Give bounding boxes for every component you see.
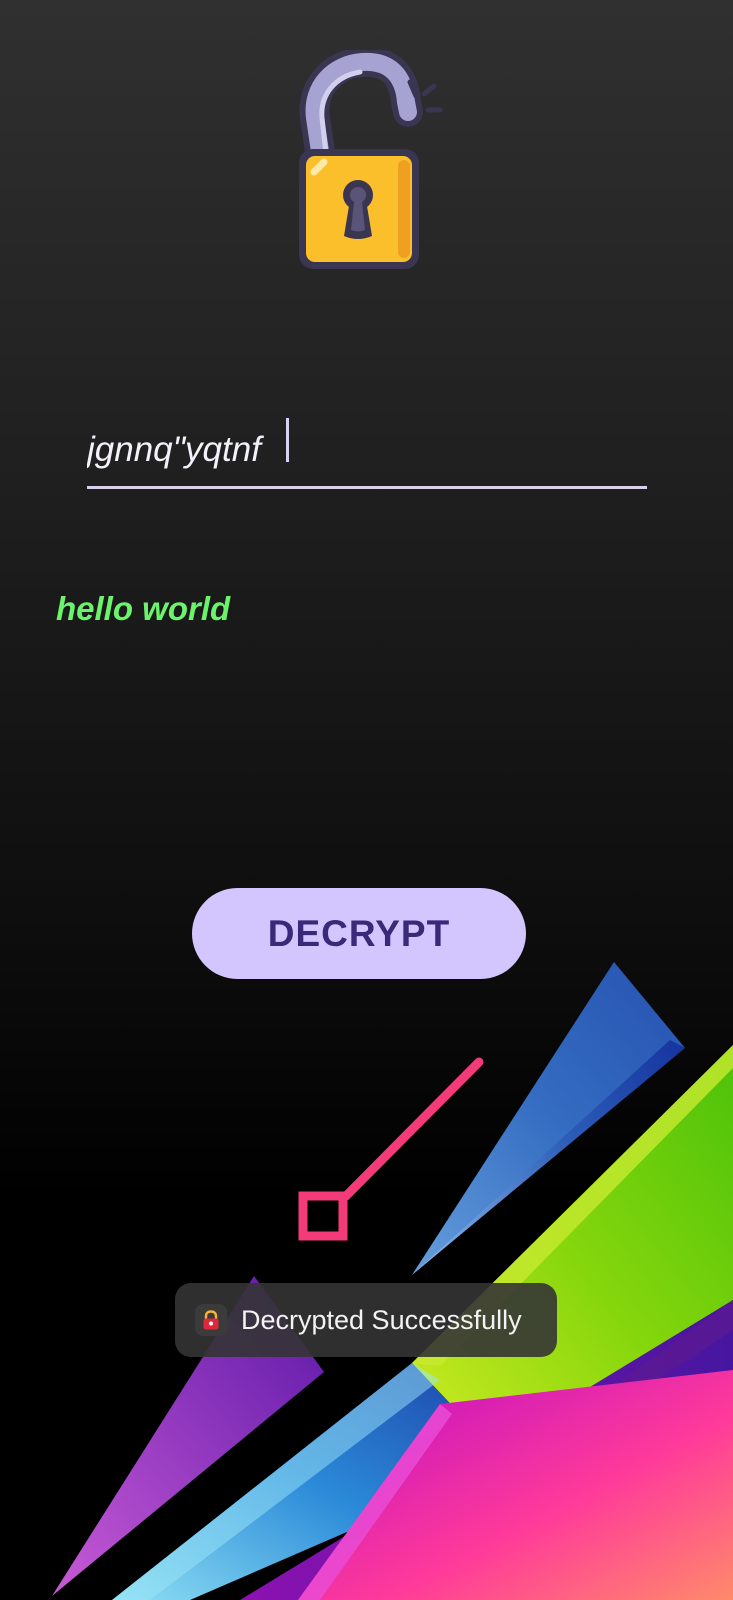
decorative-geometric-art	[52, 962, 733, 1600]
input-underline	[87, 486, 647, 489]
padlock-app-icon	[195, 1304, 227, 1336]
toast-message: Decrypted Successfully	[241, 1304, 522, 1335]
text-cursor	[286, 418, 289, 462]
decrypted-result-text: hello world	[56, 590, 231, 627]
toast-notification: Decrypted Successfully	[175, 1283, 557, 1357]
cipher-text-input[interactable]	[87, 410, 647, 490]
cipher-text-field[interactable]	[87, 410, 647, 492]
unlocked-padlock-icon	[299, 50, 443, 269]
decrypt-screen: hello world DECRYPT	[0, 0, 733, 1600]
